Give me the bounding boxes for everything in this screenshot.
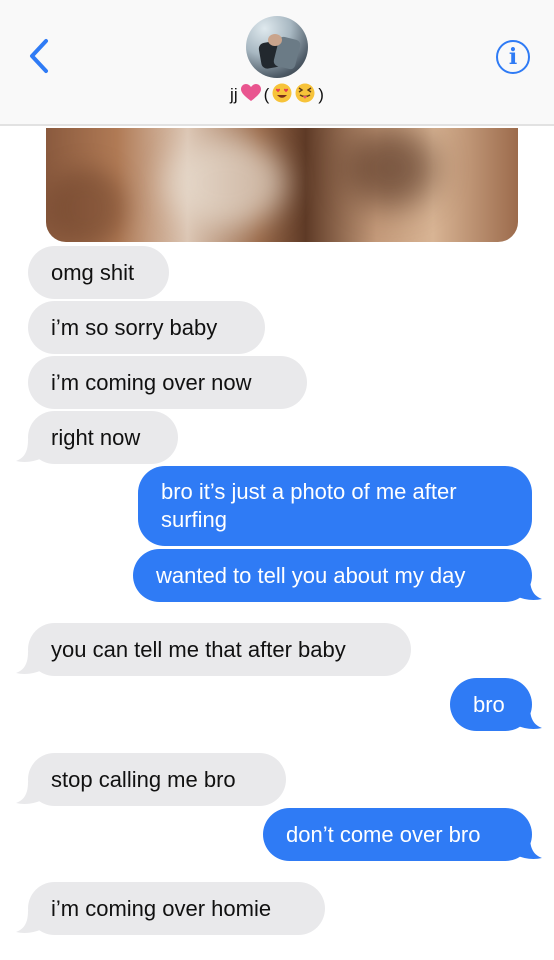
message-bubble-received[interactable]: i’m coming over homie	[28, 882, 325, 935]
message-text: i’m coming over now	[51, 369, 252, 395]
squinting-tongue-emoji	[295, 83, 315, 107]
message-text: bro	[473, 691, 505, 717]
message-bubble-received[interactable]: i’m coming over now	[28, 356, 307, 409]
message-text: right now	[51, 424, 141, 450]
contact-name[interactable]: jj ( )	[0, 83, 554, 107]
message-bubble-received[interactable]: you can tell me that after baby	[28, 623, 411, 676]
message-bubble-received[interactable]: right now	[28, 411, 178, 464]
message-text: stop calling me bro	[51, 766, 236, 792]
heart-eyes-emoji	[272, 83, 292, 107]
message-bubble-sent[interactable]: don’t come over bro	[263, 808, 532, 861]
contact-name-text: jj	[230, 85, 238, 104]
message-text: you can tell me that after baby	[51, 636, 346, 662]
contact-avatar[interactable]	[246, 16, 308, 78]
message-text: i’m so sorry baby	[51, 314, 218, 340]
message-text: bro it’s just a photo of me after surfin…	[161, 479, 457, 532]
conversation-header: jj ( ) i	[0, 0, 554, 126]
name-paren-open: (	[263, 85, 270, 104]
message-bubble-sent[interactable]: bro it’s just a photo of me after surfin…	[138, 466, 532, 546]
message-bubble-received[interactable]: omg shit	[28, 246, 169, 299]
message-bubble-sent[interactable]: bro	[450, 678, 532, 731]
info-icon: i	[508, 44, 518, 70]
message-bubble-received[interactable]: stop calling me bro	[28, 753, 286, 806]
info-button[interactable]: i	[496, 40, 530, 74]
photo-attachment[interactable]	[46, 128, 518, 242]
message-bubble-sent[interactable]: wanted to tell you about my day	[133, 549, 532, 602]
message-text: don’t come over bro	[286, 821, 481, 847]
message-text: wanted to tell you about my day	[156, 562, 466, 588]
pink-heart-emoji	[240, 84, 261, 106]
name-paren-close: )	[318, 85, 324, 104]
chevron-left-icon	[30, 39, 48, 73]
back-button[interactable]	[24, 36, 60, 76]
message-text: omg shit	[51, 259, 135, 285]
message-bubble-received[interactable]: i’m so sorry baby	[28, 301, 265, 354]
message-text: i’m coming over homie	[51, 895, 272, 921]
